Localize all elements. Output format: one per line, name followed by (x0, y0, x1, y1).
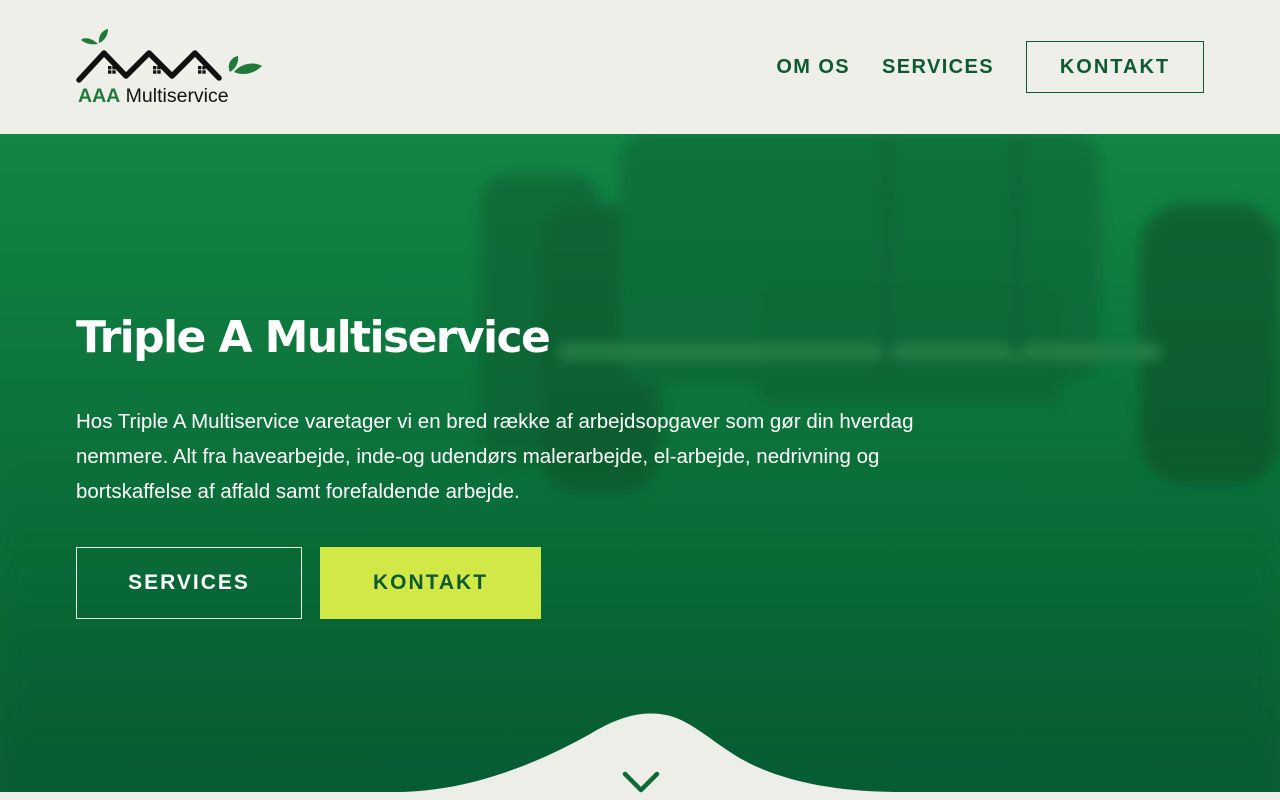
main-nav: OM OS SERVICES KONTAKT (776, 41, 1204, 93)
site-header: AAA Multiservice OM OS SERVICES KONTAKT (0, 0, 1280, 134)
hero-section: Triple A Multiservice Hos Triple A Multi… (0, 134, 1280, 800)
roof-logo-icon (76, 29, 262, 83)
hero-bottom-wave (0, 713, 1280, 800)
nav-link-services[interactable]: SERVICES (882, 56, 994, 79)
logo-wordmark: AAA Multiservice (78, 85, 229, 107)
nav-link-about[interactable]: OM OS (776, 56, 850, 79)
nav-contact-button[interactable]: KONTAKT (1026, 41, 1204, 93)
logo-brand-text: Multiservice (125, 85, 229, 107)
chevron-down-icon[interactable] (621, 770, 661, 796)
logo-accent-text: AAA (78, 85, 121, 107)
logo[interactable]: AAA Multiservice (76, 26, 266, 110)
